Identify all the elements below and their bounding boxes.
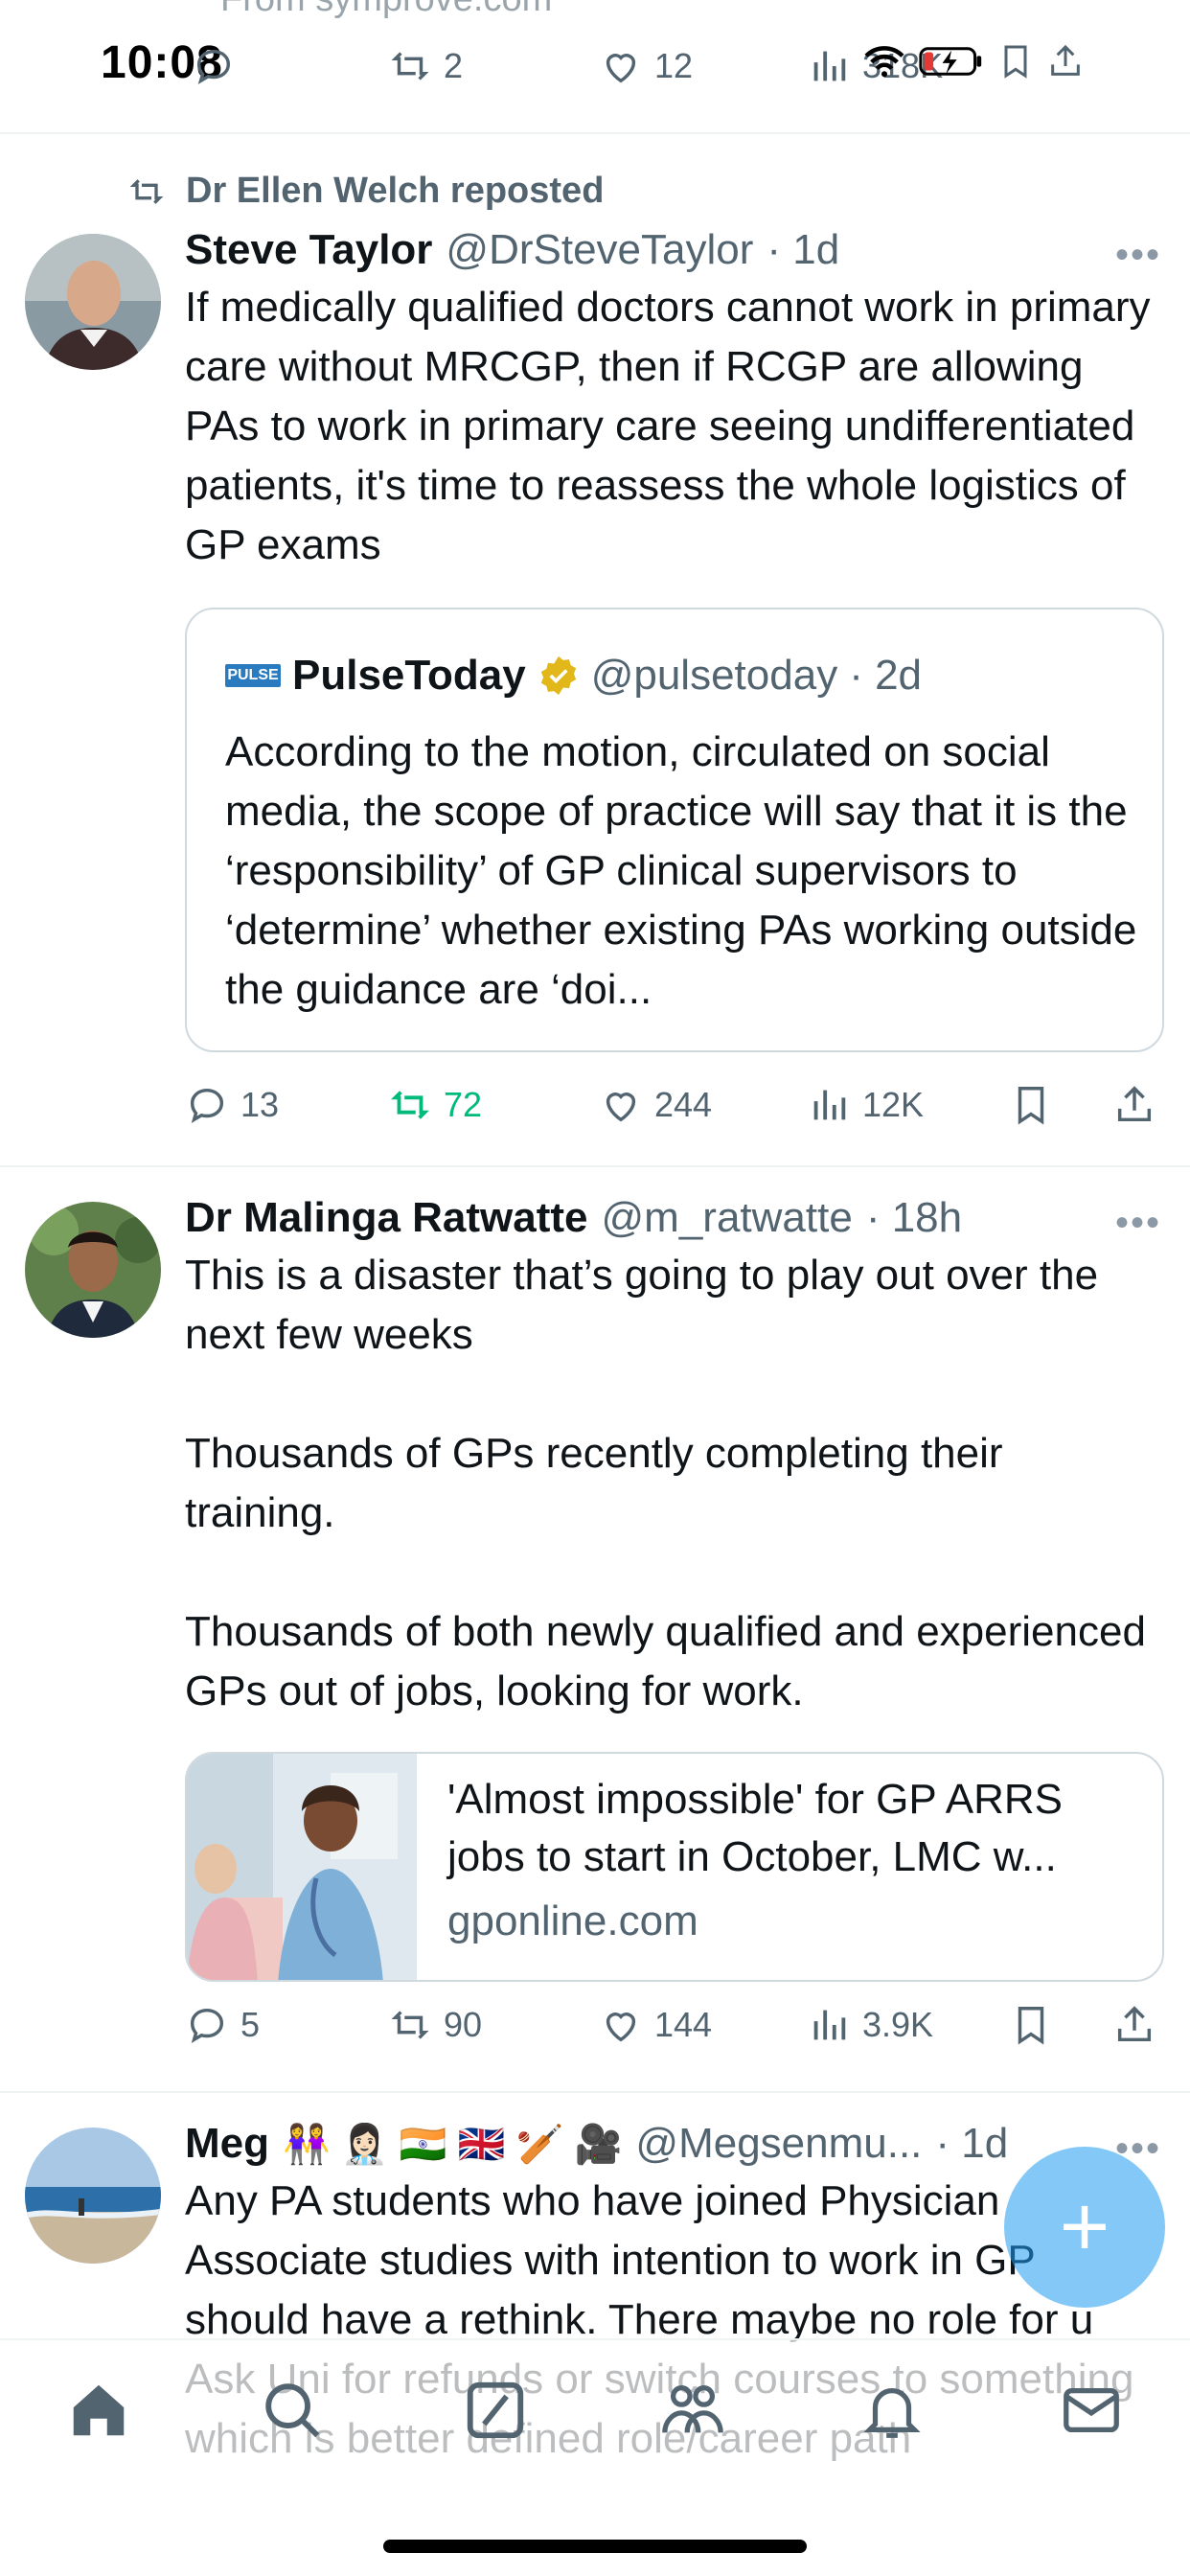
retweet-count: 90: [444, 2005, 483, 2044]
avatar[interactable]: [25, 2128, 161, 2264]
verified-badge-icon: [540, 656, 576, 696]
user-handle[interactable]: @m_ratwatte: [602, 1194, 853, 1242]
link-title: 'Almost impossible' for GP ARRS jobs to …: [447, 1776, 1063, 1880]
more-options-icon[interactable]: •••: [1115, 1202, 1161, 1245]
views-count: 12K: [862, 1085, 925, 1124]
share-icon[interactable]: [1046, 40, 1085, 82]
tweet-actions: 5 90 144 3.9K: [185, 2003, 1162, 2060]
tweet-time: · 1d: [767, 226, 840, 273]
like-button[interactable]: 244: [599, 1083, 712, 1127]
views-icon: [813, 1090, 846, 1120]
like-count: 12: [654, 46, 694, 85]
share-icon: [1117, 1086, 1152, 1122]
display-name[interactable]: Steve Taylor: [185, 226, 432, 274]
repost-label: Dr Ellen Welch reposted: [186, 171, 605, 211]
tweet-time: · 1d: [935, 2120, 1009, 2167]
search-icon[interactable]: [259, 2377, 326, 2444]
bookmark-icon: [1018, 2007, 1044, 2045]
avatar[interactable]: [25, 234, 161, 370]
views-button[interactable]: 12K: [807, 1083, 924, 1127]
views-icon: [813, 51, 846, 81]
share-button[interactable]: [1112, 2003, 1156, 2047]
compose-button[interactable]: +: [1004, 2147, 1165, 2308]
home-icon[interactable]: [65, 2377, 132, 2444]
tweet-content: Dr Malinga Ratwatte @m_ratwatte · 18h Th…: [185, 1194, 1161, 1721]
more-options-icon[interactable]: •••: [1115, 234, 1161, 277]
grok-icon[interactable]: [462, 2377, 529, 2444]
share-button[interactable]: [1112, 1083, 1156, 1127]
plus-icon: +: [1059, 2179, 1110, 2275]
bookmark-button[interactable]: [1009, 1083, 1053, 1127]
reply-action[interactable]: [192, 44, 236, 88]
tweet-steve-taylor[interactable]: Dr Ellen Welch reposted Steve Taylor @Dr…: [0, 134, 1190, 1167]
like-count: 144: [654, 2005, 713, 2044]
battery-icon: [919, 47, 982, 76]
like-count: 244: [654, 1085, 713, 1124]
link-preview-card[interactable]: 'Almost impossible' for GP ARRS jobs to …: [185, 1752, 1164, 1982]
reply-icon: [190, 2008, 224, 2044]
bookmark-icon[interactable]: [996, 40, 1035, 82]
heart-icon: [606, 1092, 636, 1122]
retweet-action[interactable]: 2: [388, 44, 463, 88]
tweet-time: · 18h: [865, 1194, 963, 1241]
heart-icon: [606, 54, 636, 83]
repost-indicator: Dr Ellen Welch reposted: [125, 171, 604, 212]
retweet-button[interactable]: 90: [388, 2003, 482, 2047]
home-indicator: [383, 2540, 807, 2553]
notifications-icon[interactable]: [858, 2377, 926, 2444]
tweet-text: This is a disaster that’s going to play …: [185, 1252, 1146, 1714]
bookmark-button[interactable]: [1009, 2003, 1053, 2047]
views-button[interactable]: 3.9K: [807, 2003, 933, 2047]
retweet-count: 2: [444, 46, 464, 85]
reply-icon: [196, 49, 231, 85]
pulse-logo-icon: PULSE: [225, 664, 281, 687]
like-action[interactable]: 12: [599, 44, 693, 88]
reply-button[interactable]: 13: [185, 1083, 279, 1127]
views-count: 3.9K: [862, 2005, 934, 2044]
retweet-button[interactable]: 72: [388, 1083, 482, 1127]
quoted-tweet[interactable]: PULSE PulseToday @pulsetoday · 2d Accord…: [185, 608, 1164, 1052]
wifi-icon: [864, 46, 904, 78]
bookmark-icon: [1018, 1087, 1044, 1125]
messages-icon[interactable]: [1058, 2377, 1125, 2444]
reply-count: 5: [240, 2005, 261, 2044]
quoted-header: PULSE PulseToday @pulsetoday · 2d: [225, 652, 922, 700]
tweet-actions: 13 72 244 12K: [185, 1083, 1162, 1140]
quoted-text: According to the motion, circulated on s…: [225, 728, 1137, 1013]
reply-count: 13: [240, 1085, 280, 1124]
user-handle[interactable]: @DrSteveTaylor: [446, 226, 753, 274]
tweet-header: Dr Malinga Ratwatte @m_ratwatte · 18h: [185, 1194, 1161, 1242]
like-button[interactable]: 144: [599, 2003, 712, 2047]
reply-button[interactable]: 5: [185, 2003, 260, 2047]
name-emojis: 👭 👩🏻‍⚕️ 🇮🇳 🇬🇧 🏏 🎥: [283, 2124, 623, 2166]
display-name[interactable]: Meg: [185, 2120, 269, 2168]
retweet-icon: [391, 52, 429, 80]
reply-icon: [190, 1088, 224, 1124]
quoted-display-name: PulseToday: [292, 652, 526, 699]
display-name[interactable]: Dr Malinga Ratwatte: [185, 1194, 588, 1242]
tweet-content: Steve Taylor @DrSteveTaylor · 1d If medi…: [185, 226, 1161, 575]
quoted-handle: @pulsetoday: [590, 652, 838, 699]
retweet-icon: [129, 178, 164, 204]
tweet-header: Steve Taylor @DrSteveTaylor · 1d: [185, 226, 1161, 274]
tweet-header: Meg 👭 👩🏻‍⚕️ 🇮🇳 🇬🇧 🏏 🎥 @Megsenmu... · 1d: [185, 2120, 1161, 2168]
heart-icon: [606, 2012, 636, 2042]
quoted-time: · 2d: [849, 652, 923, 699]
communities-icon[interactable]: [659, 2377, 726, 2444]
tweet-text: If medically qualified doctors cannot wo…: [185, 284, 1162, 568]
retweet-icon: [391, 1091, 429, 1119]
retweet-icon: [391, 2011, 429, 2039]
link-thumbnail: [187, 1754, 417, 1980]
retweet-count: 72: [444, 1085, 483, 1124]
user-handle[interactable]: @Megsenmu...: [635, 2120, 922, 2168]
avatar[interactable]: [25, 1202, 161, 1338]
faded-text: From symprove.com: [220, 0, 552, 20]
share-icon: [1117, 2006, 1152, 2042]
views-icon: [813, 2010, 846, 2040]
link-domain: gponline.com: [447, 1898, 698, 1944]
tweet-malinga-ratwatte[interactable]: Dr Malinga Ratwatte @m_ratwatte · 18h Th…: [0, 1167, 1190, 2093]
system-icons: [862, 40, 1085, 82]
status-bar: From symprove.com 10:08 2 12 318K: [0, 0, 1190, 134]
